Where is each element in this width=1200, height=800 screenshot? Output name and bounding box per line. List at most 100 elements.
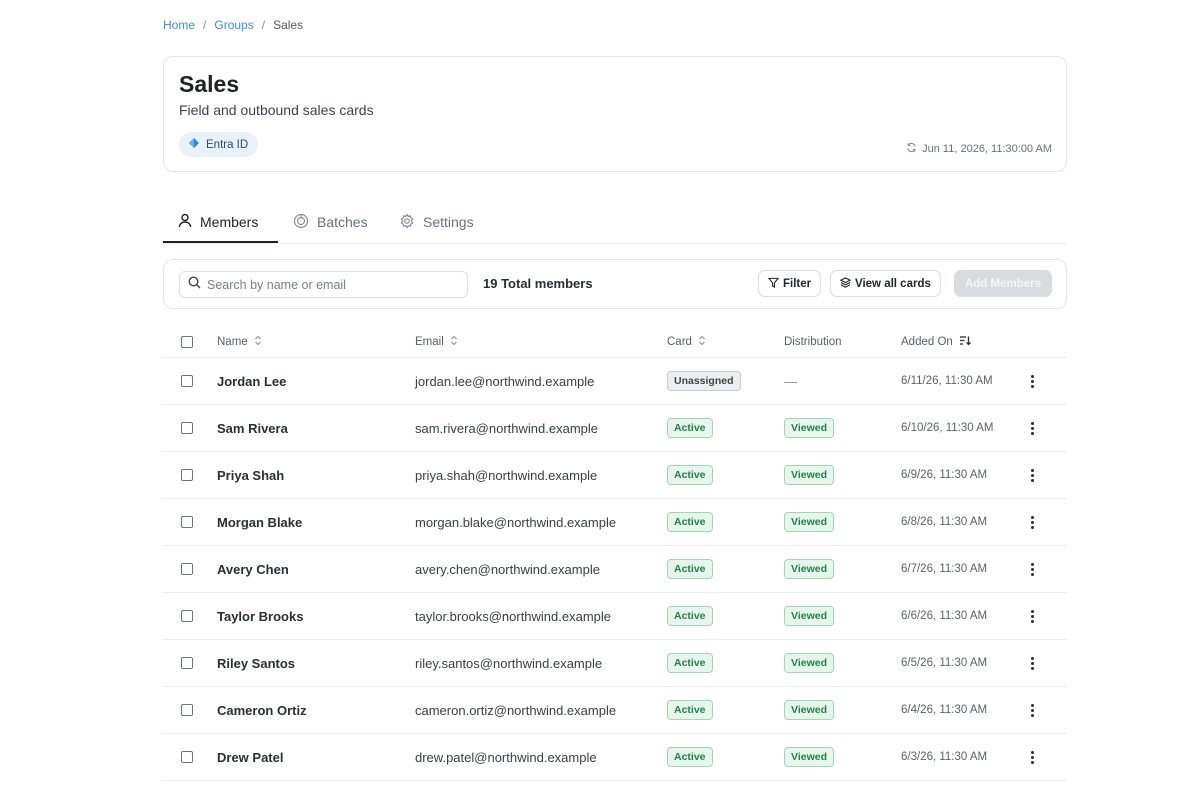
last-sync-time: Jun 11, 2026, 11:30:00 AM [906,142,1052,156]
row-actions-button[interactable] [1031,687,1034,733]
member-name: Morgan Blake [217,514,303,530]
row-checkbox[interactable] [181,610,193,622]
tab-bar: Members Batches Settings [163,200,1067,244]
member-email: priya.shah@northwind.example [415,467,598,483]
tab-settings[interactable]: Settings [399,200,474,244]
table-row[interactable]: Jordan Lee jordan.lee@northwind.example … [163,358,1067,405]
breadcrumb-home[interactable]: Home [163,18,195,32]
distribution-badge: Viewed [784,465,834,485]
table-row[interactable]: Sam Rivera sam.rivera@northwind.example … [163,405,1067,452]
sort-icon [450,335,458,349]
row-checkbox[interactable] [181,516,193,528]
distribution-empty: — [784,373,797,389]
breadcrumb-separator: / [203,18,207,32]
row-checkbox[interactable] [181,469,193,481]
added-on-date: 6/7/26, 11:30 AM [901,563,988,575]
row-checkbox[interactable] [181,704,193,716]
more-vertical-icon [1031,374,1034,388]
breadcrumb-groups[interactable]: Groups [214,18,253,32]
search-input[interactable] [207,277,457,292]
table-row[interactable]: Drew Patel drew.patel@northwind.example … [163,734,1067,781]
table-row[interactable]: Riley Santos riley.santos@northwind.exam… [163,640,1067,687]
row-actions-button[interactable] [1031,640,1034,686]
tab-batches[interactable]: Batches [293,200,368,244]
sort-icon [698,335,706,349]
total-members-count: 19 Total members [483,276,593,291]
column-header-added-on[interactable]: Added On [901,327,971,357]
more-vertical-icon [1031,421,1034,435]
table-row[interactable]: Taylor Brooks taylor.brooks@northwind.ex… [163,593,1067,640]
view-all-cards-button[interactable]: View all cards [830,270,941,297]
select-all-checkbox[interactable] [181,336,193,348]
row-checkbox[interactable] [181,751,193,763]
more-vertical-icon [1031,468,1034,482]
more-vertical-icon [1031,656,1034,670]
table-row[interactable]: Morgan Blake morgan.blake@northwind.exam… [163,499,1067,546]
table-row[interactable]: Priya Shah priya.shah@northwind.example … [163,452,1067,499]
filter-button[interactable]: Filter [758,270,822,297]
column-header-email-label: Email [415,336,444,348]
added-on-date: 6/8/26, 11:30 AM [901,516,988,528]
distribution-badge: Viewed [784,418,834,438]
table-row[interactable]: Cameron Ortiz cameron.ortiz@northwind.ex… [163,687,1067,734]
row-checkbox[interactable] [181,563,193,575]
row-actions-button[interactable] [1031,546,1034,592]
row-actions-button[interactable] [1031,499,1034,545]
row-actions-button[interactable] [1031,405,1034,451]
sync-icon[interactable] [906,142,917,156]
member-email: drew.patel@northwind.example [415,749,597,765]
more-vertical-icon [1031,562,1034,576]
card-status-badge: Active [667,700,713,720]
row-checkbox[interactable] [181,375,193,387]
entra-id-icon [188,137,200,152]
card-status-badge: Active [667,606,713,626]
members-toolbar: 19 Total members Filter View all cards A… [163,259,1067,309]
member-email: morgan.blake@northwind.example [415,514,617,530]
active-tab-indicator [163,241,278,243]
column-header-email[interactable]: Email [415,327,458,357]
distribution-badge: Viewed [784,559,834,579]
directory-source-chip: Entra ID [179,132,259,157]
member-name: Priya Shah [217,467,285,483]
column-header-card[interactable]: Card [667,327,706,357]
card-status-badge: Unassigned [667,371,741,391]
distribution-badge: Viewed [784,653,834,673]
member-email: riley.santos@northwind.example [415,655,603,671]
added-on-date: 6/11/26, 11:30 AM [901,375,993,387]
member-name: Cameron Ortiz [217,702,307,718]
tab-settings-label: Settings [423,214,474,230]
column-header-distribution: Distribution [784,327,842,357]
gear-icon [399,212,415,232]
column-header-name[interactable]: Name [217,327,262,357]
row-checkbox[interactable] [181,657,193,669]
batches-icon [293,213,309,232]
distribution-badge: Viewed [784,747,834,767]
distribution-badge: Viewed [784,606,834,626]
row-checkbox[interactable] [181,422,193,434]
add-members-button[interactable]: Add Members [954,270,1052,297]
more-vertical-icon [1031,515,1034,529]
row-actions-button[interactable] [1031,593,1034,639]
row-actions-button[interactable] [1031,452,1034,498]
group-header-card: Sales Field and outbound sales cards Ent… [163,56,1067,172]
tab-members[interactable]: Members [178,200,258,244]
member-name: Riley Santos [217,655,296,671]
breadcrumb: Home / Groups / Sales [163,18,303,32]
added-on-date: 6/6/26, 11:30 AM [901,610,988,622]
sort-descending-icon [959,335,971,349]
member-email: jordan.lee@northwind.example [415,373,595,389]
column-header-distribution-label: Distribution [784,336,842,348]
added-on-date: 6/4/26, 11:30 AM [901,704,988,716]
member-name: Taylor Brooks [217,608,304,624]
search-icon [188,275,201,294]
directory-source-label: Entra ID [206,138,249,151]
view-all-cards-label: View all cards [855,277,931,290]
filter-icon [767,277,780,291]
card-status-badge: Active [667,512,713,532]
table-header-row: Name Email Card Distribution Added On [163,327,1067,358]
row-actions-button[interactable] [1031,734,1034,780]
row-actions-button[interactable] [1031,358,1034,404]
search-box[interactable] [179,271,468,298]
table-row[interactable]: Avery Chen avery.chen@northwind.example … [163,546,1067,593]
more-vertical-icon [1031,609,1034,623]
